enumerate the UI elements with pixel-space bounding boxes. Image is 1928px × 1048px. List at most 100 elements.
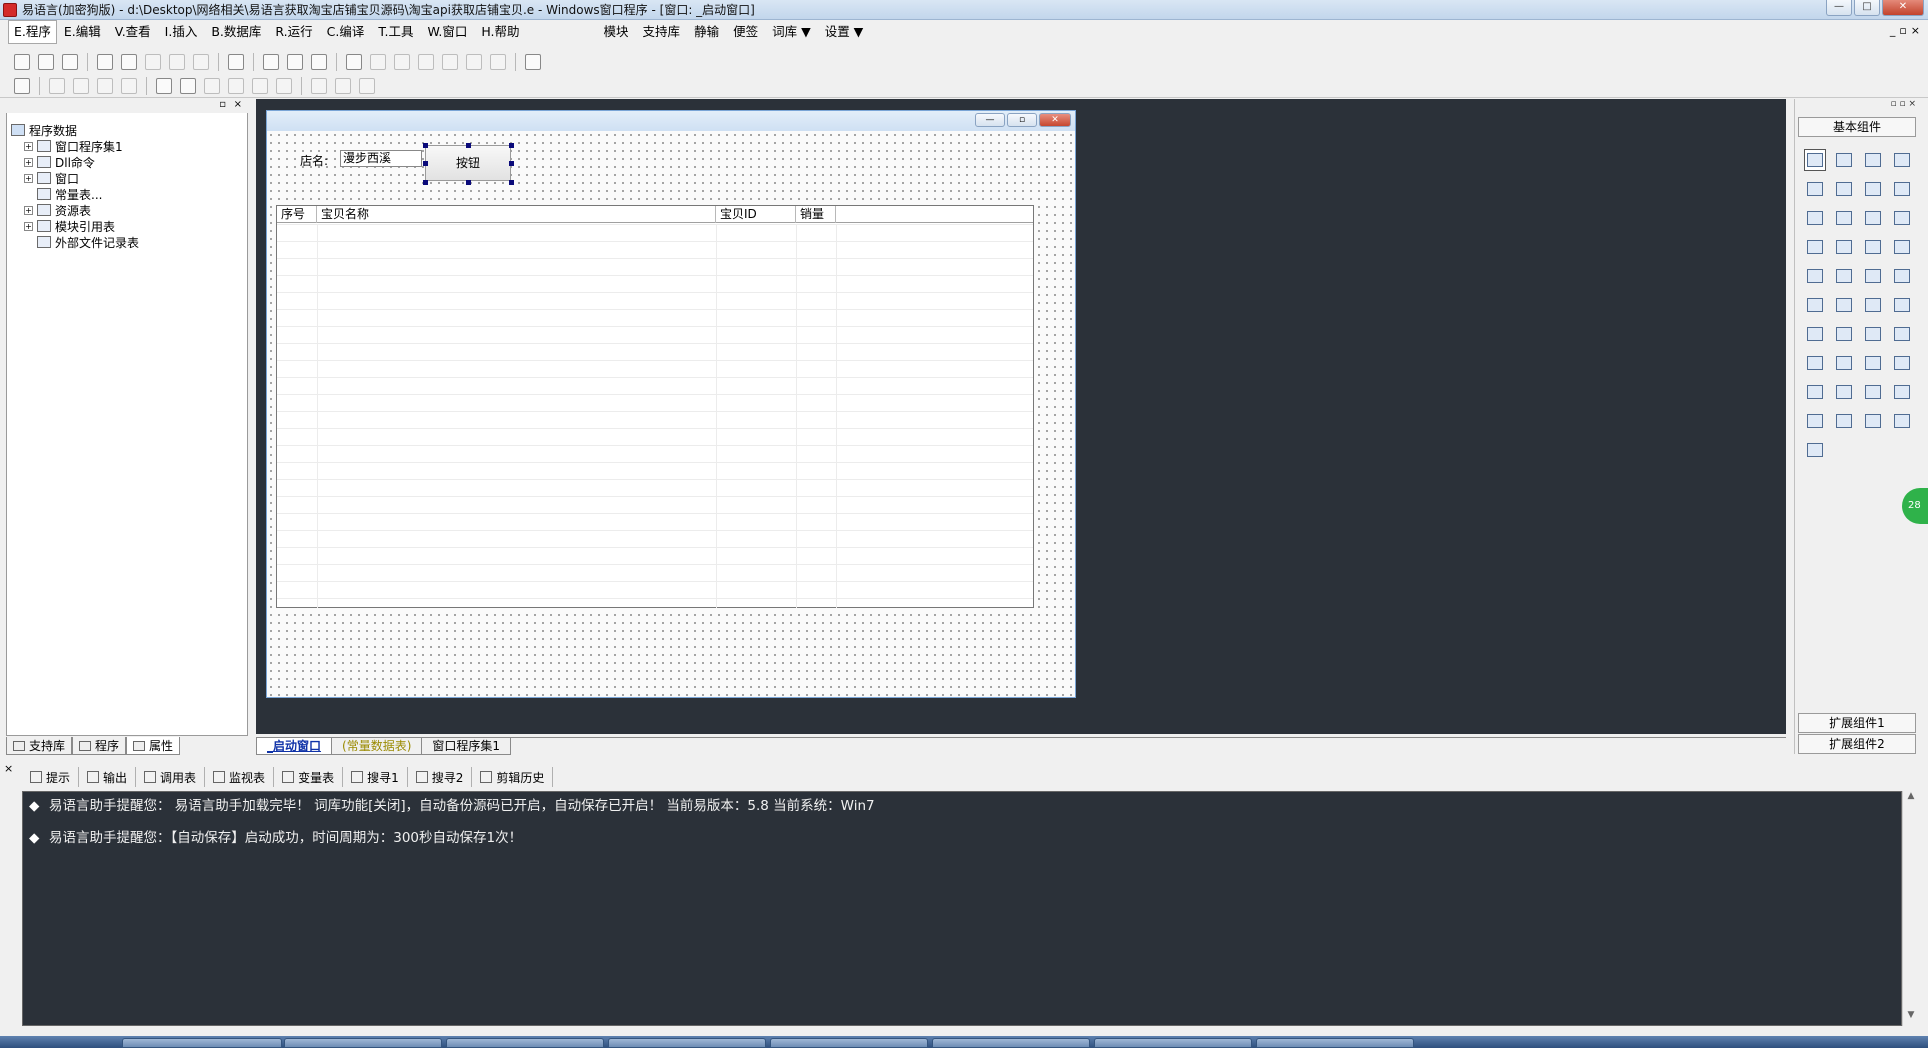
- selection-handle[interactable]: [466, 180, 471, 185]
- align-bottom-icon[interactable]: [121, 77, 137, 94]
- tree-item-external-files[interactable]: 外部文件记录表: [11, 234, 139, 250]
- tab-constant-table[interactable]: (常量数据表): [331, 738, 423, 755]
- align-left-icon[interactable]: [49, 77, 65, 94]
- tab-search-2[interactable]: 搜寻2: [408, 767, 473, 787]
- space-horizontal-icon[interactable]: [252, 77, 268, 94]
- server-icon[interactable]: [1833, 381, 1855, 403]
- selection-handle[interactable]: [423, 180, 428, 185]
- tree-item-constants[interactable]: 常量表...: [11, 186, 139, 202]
- tab-variable-table[interactable]: 变量表: [274, 767, 344, 787]
- taskbar-button[interactable]: [1094, 1038, 1252, 1048]
- form-icon[interactable]: [1862, 381, 1884, 403]
- tab-support-lib[interactable]: 支持库: [6, 737, 73, 755]
- binoculars-icon[interactable]: [525, 54, 541, 70]
- console-scrollbar[interactable]: ▲ ▼: [1902, 791, 1918, 1026]
- run-to-cursor-icon[interactable]: [466, 54, 482, 70]
- selection-handle[interactable]: [466, 143, 471, 148]
- restore-button[interactable]: □: [1854, 0, 1880, 16]
- minimize-button[interactable]: —: [1826, 0, 1852, 16]
- odbc-source-icon[interactable]: [1804, 439, 1826, 461]
- form-button[interactable]: 按钮: [425, 145, 511, 181]
- paste-icon[interactable]: [145, 54, 161, 70]
- new-file-icon[interactable]: [14, 54, 30, 70]
- center-horizontal-icon[interactable]: [156, 77, 172, 94]
- layout-left-icon[interactable]: [263, 54, 279, 70]
- menu-notes[interactable]: 便签: [726, 21, 765, 43]
- network-icon[interactable]: [1862, 352, 1884, 374]
- menu-static-input[interactable]: 静输: [687, 21, 726, 43]
- output-console[interactable]: ◆ 易语言助手提醒您： 易语言助手加载完毕！ 词库功能[关闭]，自动备份源码已开启…: [22, 791, 1902, 1026]
- extension-components-2-button[interactable]: 扩展组件2: [1798, 734, 1916, 754]
- stop-icon[interactable]: [370, 54, 386, 70]
- tree-item-module-refs[interactable]: + 模块引用表: [11, 218, 139, 234]
- button-icon[interactable]: [1833, 294, 1855, 316]
- taskbar-button[interactable]: [284, 1038, 442, 1048]
- menu-settings[interactable]: 设置 ▼: [818, 21, 871, 43]
- selection-handle[interactable]: [509, 161, 514, 166]
- chart-icon[interactable]: [1862, 410, 1884, 432]
- tree-item-window[interactable]: + 窗口: [11, 170, 139, 186]
- expand-icon[interactable]: +: [24, 157, 33, 167]
- taskbar-button[interactable]: [122, 1038, 282, 1048]
- edit-box-icon[interactable]: [1804, 178, 1826, 200]
- column-header-sales[interactable]: 销量: [796, 206, 836, 223]
- calendar-icon[interactable]: [1804, 294, 1826, 316]
- taskbar-button[interactable]: [932, 1038, 1090, 1048]
- menu-thesaurus[interactable]: 词库 ▼: [765, 21, 818, 43]
- menu-support-lib[interactable]: 支持库: [636, 21, 688, 43]
- radio-icon[interactable]: [1833, 207, 1855, 229]
- checkbox-icon[interactable]: [1804, 207, 1826, 229]
- line-icon[interactable]: [1891, 178, 1913, 200]
- grid-icon[interactable]: [14, 77, 30, 94]
- tab-search-1[interactable]: 搜寻1: [343, 767, 408, 787]
- selection-handle[interactable]: [509, 143, 514, 148]
- scroll-down-icon[interactable]: ▼: [1903, 1010, 1919, 1026]
- taskbar-button[interactable]: [770, 1038, 928, 1048]
- copy-icon[interactable]: [121, 54, 137, 70]
- toolbar-icon[interactable]: [1862, 294, 1884, 316]
- tab-output[interactable]: 输出: [79, 767, 137, 787]
- layout-split-icon[interactable]: [311, 54, 327, 70]
- selection-handle[interactable]: [423, 143, 428, 148]
- tree-item-dll[interactable]: + Dll命令: [11, 154, 139, 170]
- open-folder-icon[interactable]: [38, 54, 54, 70]
- menu-view[interactable]: V.查看: [108, 21, 158, 43]
- dialog-icon[interactable]: [1891, 265, 1913, 287]
- menu-edit[interactable]: E.编辑: [57, 21, 108, 43]
- tree-root[interactable]: 程序数据: [11, 122, 139, 138]
- network-icon[interactable]: [1891, 352, 1913, 374]
- menu-program[interactable]: E.程序: [8, 20, 57, 44]
- taskbar-button[interactable]: [446, 1038, 604, 1048]
- selection-handle[interactable]: [423, 161, 428, 166]
- menu-window[interactable]: W.窗口: [420, 21, 474, 43]
- taskbar-button[interactable]: [608, 1038, 766, 1048]
- tab-start-window[interactable]: _启动窗口: [256, 738, 333, 755]
- form-minimize-button[interactable]: —: [975, 113, 1005, 127]
- run-icon[interactable]: [346, 54, 362, 70]
- bottom-panel-close-icon[interactable]: ×: [4, 762, 13, 775]
- tab-properties[interactable]: 属性: [126, 737, 181, 755]
- pin-icon[interactable]: ▫: [219, 99, 226, 110]
- basic-components-button[interactable]: 基本组件: [1798, 117, 1916, 137]
- grid-rows[interactable]: [277, 224, 1033, 608]
- pointer-icon[interactable]: [1804, 149, 1826, 171]
- treeview-icon[interactable]: [1891, 381, 1913, 403]
- mdi-close-button[interactable]: ×: [1911, 24, 1920, 37]
- find-icon[interactable]: [228, 54, 244, 70]
- client-icon[interactable]: [1804, 381, 1826, 403]
- tab-watch-table[interactable]: 监视表: [205, 767, 275, 787]
- picture-icon[interactable]: [1862, 149, 1884, 171]
- layout-top-icon[interactable]: [287, 54, 303, 70]
- size-height-icon[interactable]: [335, 77, 351, 94]
- column-header-id[interactable]: 宝贝ID: [716, 206, 796, 223]
- tab-call-table[interactable]: 调用表: [136, 767, 206, 787]
- tab-window-assembly[interactable]: 窗口程序集1: [421, 738, 512, 755]
- mdi-restore-button[interactable]: ▫: [1899, 24, 1906, 37]
- splitter-icon[interactable]: [1862, 265, 1884, 287]
- taskbar-button[interactable]: [1256, 1038, 1414, 1048]
- listbox-icon[interactable]: [1862, 207, 1884, 229]
- menu-insert[interactable]: I.插入: [158, 21, 205, 43]
- tree-icon[interactable]: [1804, 410, 1826, 432]
- shape-icon[interactable]: [1891, 149, 1913, 171]
- document-icon[interactable]: [1891, 294, 1913, 316]
